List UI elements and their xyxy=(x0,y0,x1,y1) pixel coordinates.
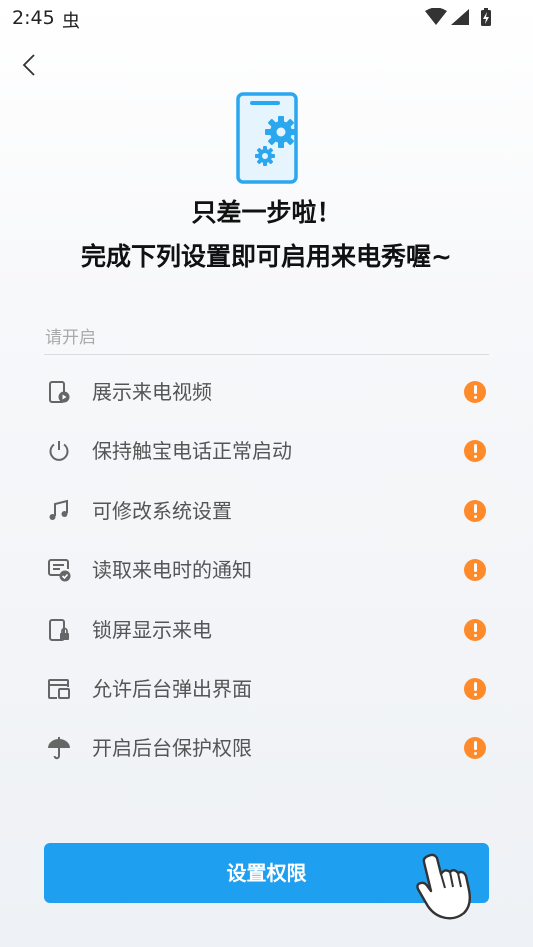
permission-item-keep-running[interactable]: 保持触宝电话正常启动 xyxy=(0,422,533,481)
warning-icon xyxy=(464,381,486,403)
permission-label: 锁屏显示来电 xyxy=(92,617,212,642)
status-icons xyxy=(425,8,491,26)
warning-icon xyxy=(464,618,486,641)
phone-settings-gears-icon xyxy=(236,92,298,184)
phone-video-icon xyxy=(49,381,70,403)
permission-label: 读取来电时的通知 xyxy=(92,558,252,583)
permission-item-background-popup[interactable]: 允许后台弹出界面 xyxy=(0,660,533,719)
back-button[interactable] xyxy=(14,50,46,82)
permission-label: 展示来电视频 xyxy=(92,380,212,404)
power-icon xyxy=(49,441,69,462)
headline: 只差一步啦！ 完成下列设置即可启用来电秀喔~ xyxy=(0,196,533,274)
permission-item-show-call-video[interactable]: 展示来电视频 xyxy=(0,363,533,422)
tap-hand-icon xyxy=(416,853,472,920)
music-note-icon xyxy=(49,499,68,520)
section-label: 请开启 xyxy=(45,328,96,348)
umbrella-icon xyxy=(48,737,70,760)
divider xyxy=(44,354,489,355)
phone-lock-icon xyxy=(49,618,69,641)
notification-check-icon xyxy=(48,559,71,582)
warning-icon xyxy=(464,677,486,700)
permission-item-lockscreen-call[interactable]: 锁屏显示来电 xyxy=(0,601,533,660)
headline-line-1: 只差一步啦！ xyxy=(191,198,342,227)
popup-window-icon xyxy=(48,678,70,699)
status-bar: 2:45 虫 xyxy=(0,0,533,36)
permission-item-background-protection[interactable]: 开启后台保护权限 xyxy=(0,719,533,778)
wifi-icon xyxy=(425,8,447,25)
cellular-signal-icon xyxy=(451,9,469,25)
battery-charging-icon xyxy=(481,8,491,26)
status-time: 2:45 xyxy=(12,7,55,29)
permission-label: 允许后台弹出界面 xyxy=(92,676,252,701)
warning-icon xyxy=(464,499,486,522)
permission-item-read-notifications[interactable]: 读取来电时的通知 xyxy=(0,541,533,600)
warning-icon xyxy=(464,440,486,463)
warning-icon xyxy=(464,559,486,582)
permission-label: 开启后台保护权限 xyxy=(92,736,252,761)
app-notification-icon: 虫 xyxy=(62,11,80,32)
permission-list: 展示来电视频 保持触宝电话正常启动 可修改系统设置 读取来电时的通知 锁屏显示来… xyxy=(0,363,533,779)
permission-label: 保持触宝电话正常启动 xyxy=(92,439,292,464)
warning-icon xyxy=(464,737,486,760)
permission-label: 可修改系统设置 xyxy=(92,498,232,523)
permission-item-modify-system-settings[interactable]: 可修改系统设置 xyxy=(0,482,533,541)
headline-line-2: 完成下列设置即可启用来电秀喔~ xyxy=(81,242,452,271)
chevron-left-icon xyxy=(22,54,35,76)
